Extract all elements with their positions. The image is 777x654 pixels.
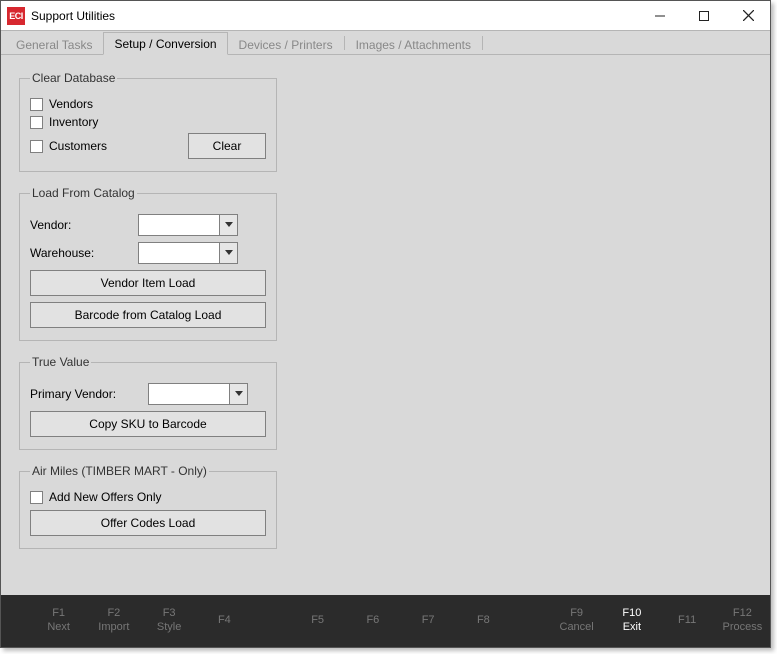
tab-strip: General Tasks Setup / Conversion Devices… [1, 31, 770, 55]
vendor-combo-button[interactable] [219, 215, 237, 235]
window-title: Support Utilities [31, 9, 115, 23]
fkey-f9[interactable]: F9 Cancel [549, 607, 604, 635]
tab-devices-printers[interactable]: Devices / Printers [228, 33, 344, 55]
fkey-f3[interactable]: F3 Style [142, 607, 197, 635]
content-area: Clear Database Vendors Inventory Custome… [1, 55, 770, 595]
group-air-miles: Air Miles (TIMBER MART - Only) Add New O… [19, 464, 277, 549]
minimize-button[interactable] [638, 1, 682, 30]
minimize-icon [655, 11, 665, 21]
barcode-from-catalog-load-button[interactable]: Barcode from Catalog Load [30, 302, 266, 328]
warehouse-combo-button[interactable] [219, 243, 237, 263]
fkey-f7[interactable]: F7 [401, 614, 456, 628]
fkey-key: F1 [31, 607, 86, 621]
chevron-down-icon [225, 250, 233, 256]
primary-vendor-combo-input[interactable] [149, 384, 229, 404]
fkey-key: F2 [86, 607, 141, 621]
primary-vendor-label: Primary Vendor: [30, 387, 148, 401]
fkey-key: F12 [715, 607, 770, 621]
fkey-f1[interactable]: F1 Next [31, 607, 86, 635]
warehouse-combo[interactable] [138, 242, 238, 264]
fkey-f12[interactable]: F12 Process [715, 607, 770, 635]
fkey-f4[interactable]: F4 [197, 614, 252, 628]
warehouse-combo-input[interactable] [139, 243, 219, 263]
vendor-combo-input[interactable] [139, 215, 219, 235]
fkey-f6[interactable]: F6 [345, 614, 400, 628]
chevron-down-icon [225, 222, 233, 228]
fkey-label: Cancel [549, 621, 604, 635]
copy-sku-to-barcode-button[interactable]: Copy SKU to Barcode [30, 411, 266, 437]
checkbox-customers-label: Customers [49, 139, 107, 153]
function-key-bar: F1 Next F2 Import F3 Style F4 F5 F6 F7 [1, 595, 770, 647]
primary-vendor-combo-button[interactable] [229, 384, 247, 404]
checkbox-add-new-offers-only[interactable] [30, 491, 43, 504]
app-window: ECI Support Utilities General Tasks Setu… [0, 0, 771, 648]
fkey-f8[interactable]: F8 [456, 614, 511, 628]
tab-general-tasks[interactable]: General Tasks [5, 33, 103, 55]
checkbox-customers[interactable] [30, 140, 43, 153]
group-legend: Clear Database [30, 71, 117, 85]
fkey-key: F3 [142, 607, 197, 621]
group-load-from-catalog: Load From Catalog Vendor: Warehouse: [19, 186, 277, 341]
checkbox-add-new-offers-only-label: Add New Offers Only [49, 490, 162, 504]
fkey-f11[interactable]: F11 [660, 614, 715, 628]
vendor-label: Vendor: [30, 218, 138, 232]
checkbox-inventory[interactable] [30, 116, 43, 129]
clear-button[interactable]: Clear [188, 133, 266, 159]
maximize-icon [699, 11, 709, 21]
fkey-label: Style [142, 621, 197, 635]
group-clear-database: Clear Database Vendors Inventory Custome… [19, 71, 277, 172]
fkey-f10[interactable]: F10 Exit [604, 607, 659, 635]
close-button[interactable] [726, 1, 770, 30]
group-legend: Load From Catalog [30, 186, 137, 200]
fkey-key: F11 [660, 614, 715, 628]
group-true-value: True Value Primary Vendor: Copy SKU to B… [19, 355, 277, 450]
fkey-key: F6 [345, 614, 400, 628]
app-icon: ECI [7, 7, 25, 25]
fkey-label: Next [31, 621, 86, 635]
fkey-f2[interactable]: F2 Import [86, 607, 141, 635]
maximize-button[interactable] [682, 1, 726, 30]
group-legend: Air Miles (TIMBER MART - Only) [30, 464, 209, 478]
title-bar: ECI Support Utilities [1, 1, 770, 31]
fkey-key: F10 [604, 607, 659, 621]
fkey-label: Process [715, 621, 770, 635]
chevron-down-icon [235, 391, 243, 397]
fkey-f5[interactable]: F5 [290, 614, 345, 628]
tab-separator [482, 36, 483, 50]
fkey-key: F8 [456, 614, 511, 628]
fkey-label: Import [86, 621, 141, 635]
fkey-key: F9 [549, 607, 604, 621]
fkey-key: F7 [401, 614, 456, 628]
warehouse-label: Warehouse: [30, 246, 138, 260]
fkey-key: F5 [290, 614, 345, 628]
checkbox-vendors[interactable] [30, 98, 43, 111]
tab-setup-conversion[interactable]: Setup / Conversion [103, 32, 227, 55]
vendor-item-load-button[interactable]: Vendor Item Load [30, 270, 266, 296]
fkey-key: F4 [197, 614, 252, 628]
group-legend: True Value [30, 355, 91, 369]
checkbox-vendors-label: Vendors [49, 97, 93, 111]
vendor-combo[interactable] [138, 214, 238, 236]
fkey-label: Exit [604, 621, 659, 635]
primary-vendor-combo[interactable] [148, 383, 248, 405]
checkbox-inventory-label: Inventory [49, 115, 98, 129]
close-icon [743, 10, 754, 21]
tab-images-attachments[interactable]: Images / Attachments [345, 33, 482, 55]
offer-codes-load-button[interactable]: Offer Codes Load [30, 510, 266, 536]
